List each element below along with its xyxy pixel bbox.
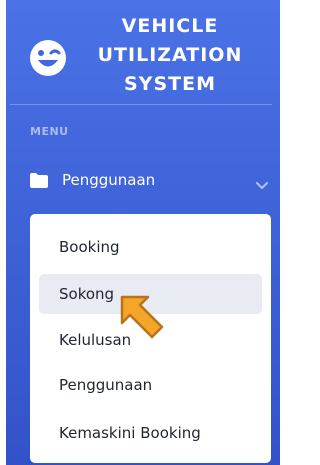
- submenu-penggunaan: Booking Sokong Kelulusan Penggunaan Kema…: [30, 214, 271, 463]
- submenu-item-sokong[interactable]: Sokong: [39, 274, 262, 314]
- app-title-line-1: VEHICLE: [121, 15, 219, 37]
- sidebar-item-penggunaan[interactable]: Penggunaan: [20, 166, 272, 196]
- submenu-item-booking[interactable]: Booking: [39, 227, 262, 267]
- app-title-line-3: SYSTEM: [124, 73, 216, 95]
- chevron-down-icon: [256, 175, 268, 189]
- sidebar-item-label: Penggunaan: [62, 171, 156, 189]
- sidebar-left-edge: [0, 0, 6, 465]
- app-title[interactable]: VEHICLE UTILIZATION SYSTEM: [84, 12, 256, 99]
- app-title-line-2: UTILIZATION: [97, 44, 243, 66]
- folder-icon: [30, 173, 48, 188]
- menu-heading: MENU: [30, 125, 69, 138]
- submenu-item-kemaskini-booking[interactable]: Kemaskini Booking: [39, 413, 262, 453]
- grin-wink-icon: [28, 38, 68, 78]
- submenu-item-penggunaan[interactable]: Penggunaan: [39, 365, 262, 405]
- sidebar: VEHICLE UTILIZATION SYSTEM MENU Pengguna…: [0, 0, 280, 465]
- submenu-item-kelulusan[interactable]: Kelulusan: [39, 320, 262, 360]
- sidebar-divider: [10, 104, 272, 105]
